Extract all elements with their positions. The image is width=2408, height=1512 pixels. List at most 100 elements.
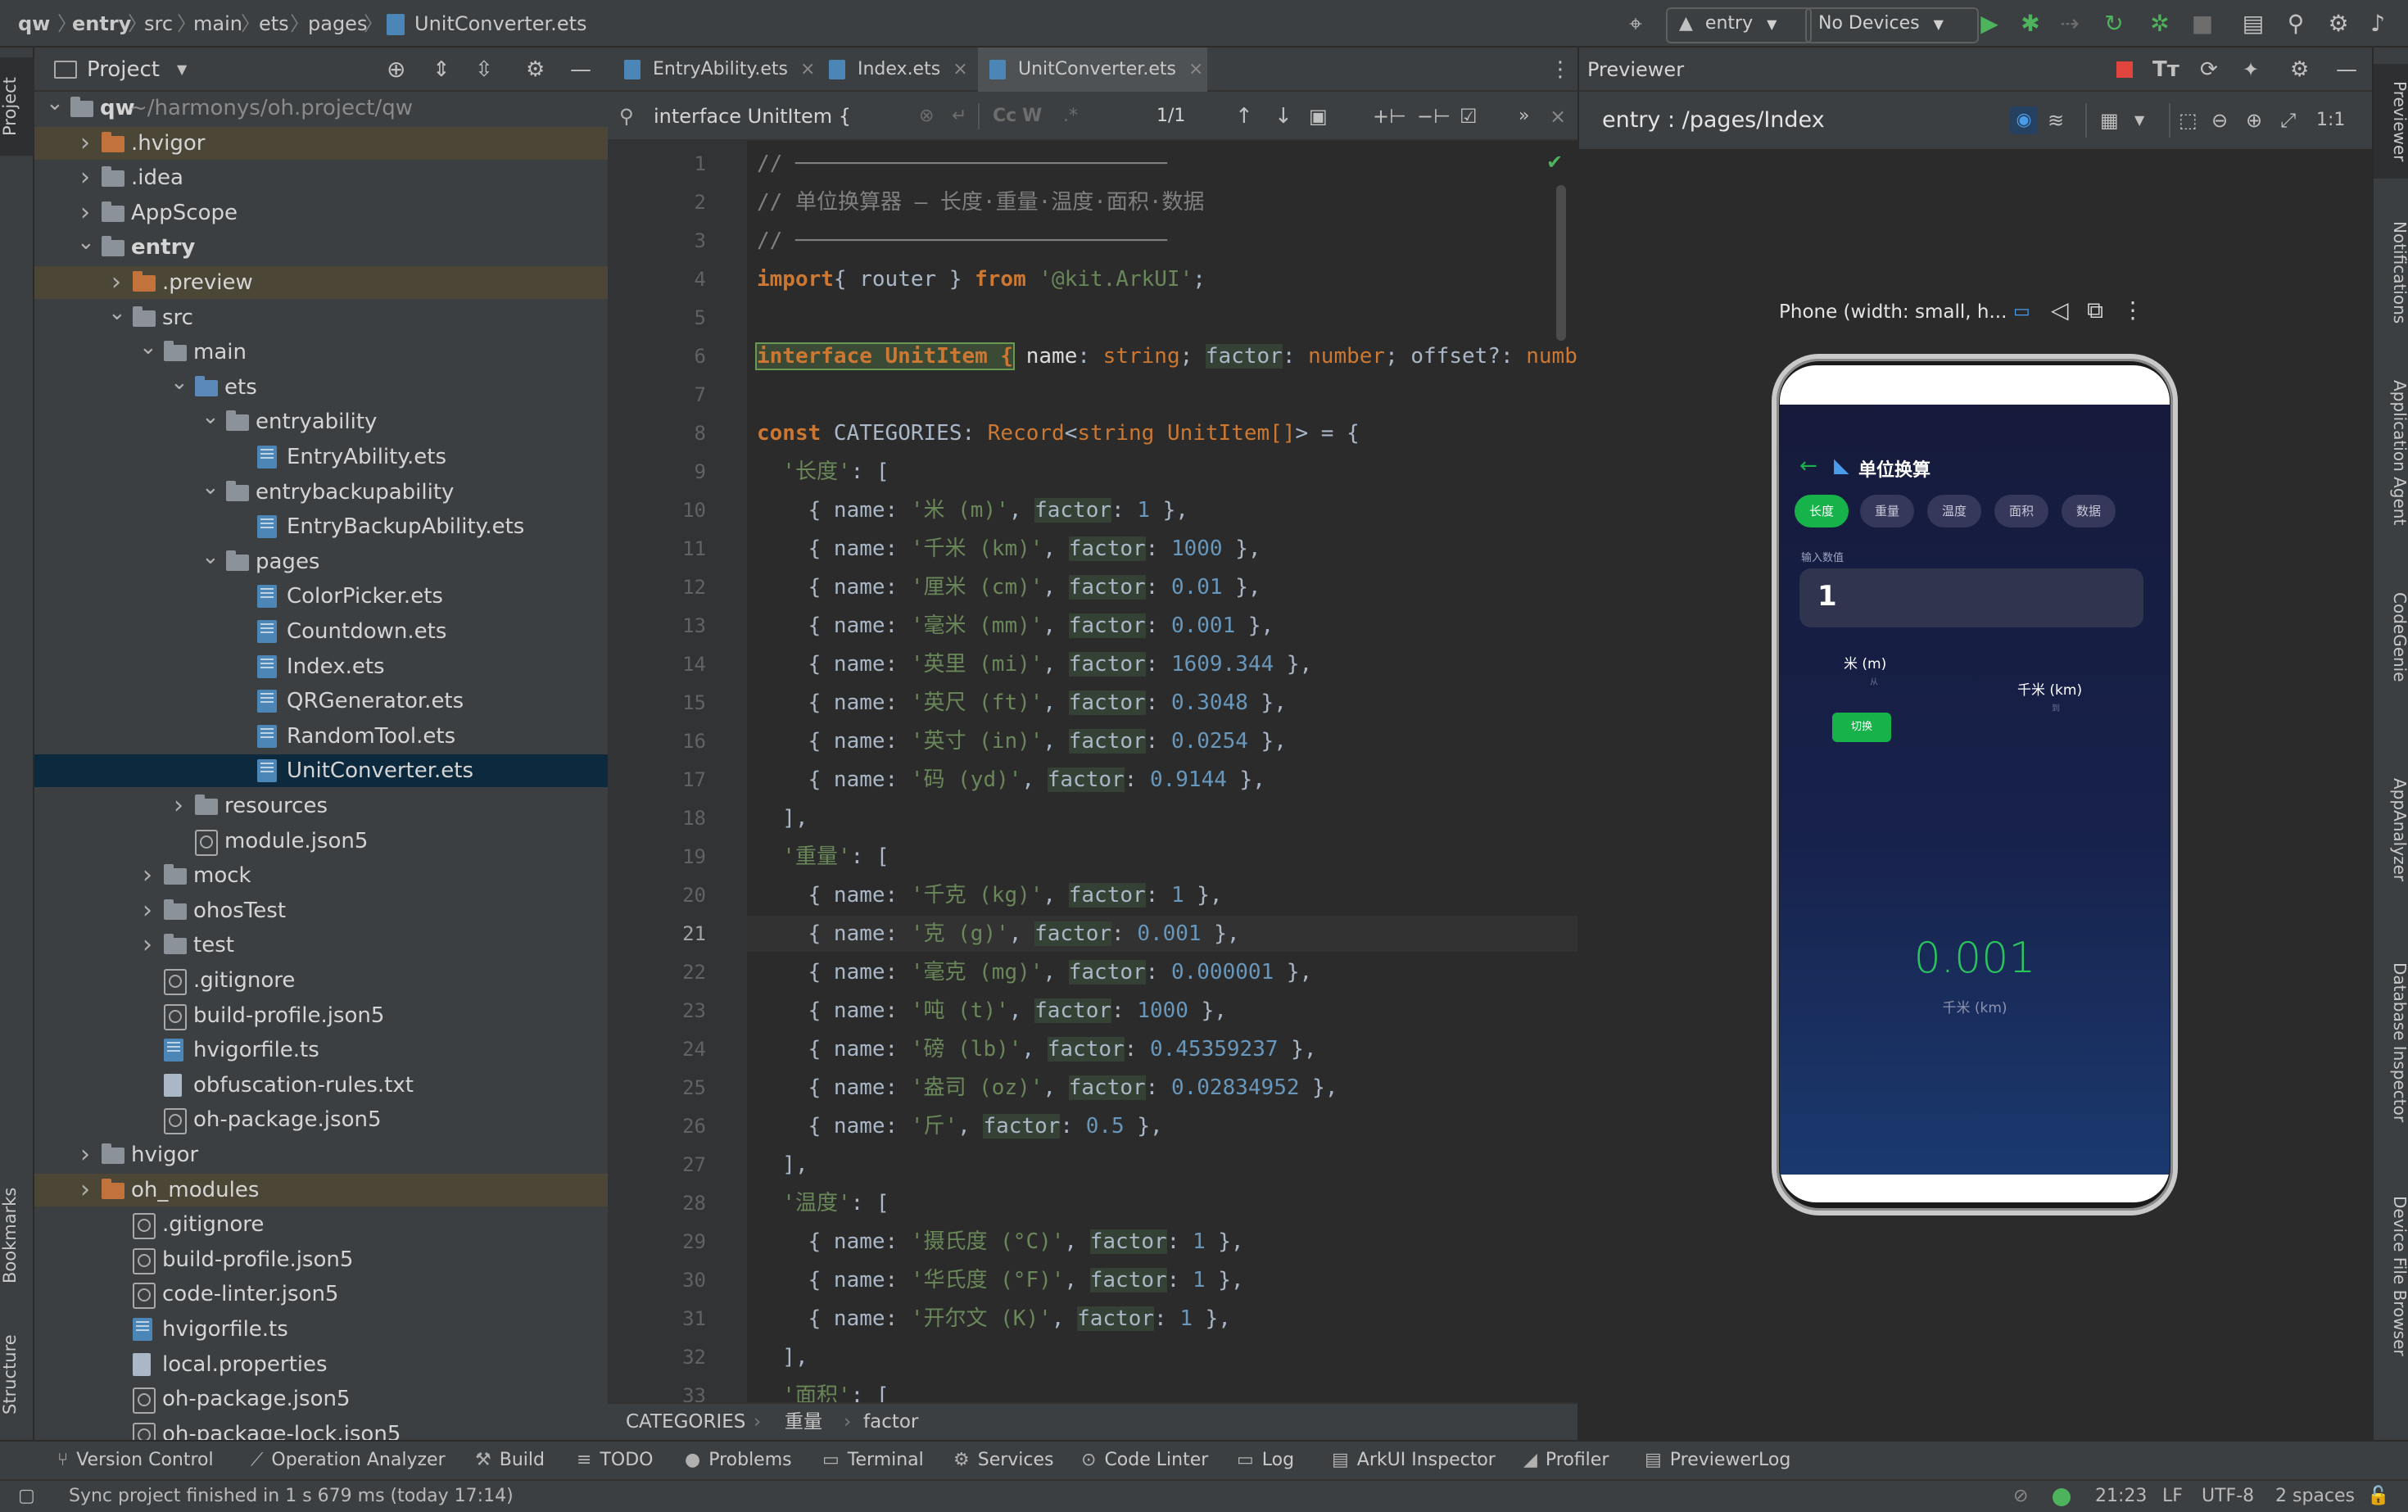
add-selection-icon[interactable]: +⊢ <box>1373 92 1406 141</box>
right-tool-tab[interactable]: Device File Browser <box>2374 1178 2408 1374</box>
search-icon[interactable]: ⚲ <box>2282 10 2310 38</box>
tree-item[interactable]: UnitConverter.ets <box>34 754 608 788</box>
newline-icon[interactable]: ↵ <box>952 92 966 141</box>
arrow-up-icon[interactable]: ↑ <box>1235 92 1253 141</box>
whole-word-button[interactable]: W <box>1022 92 1042 141</box>
category-tab-length[interactable]: 长度 <box>1795 495 1849 527</box>
tree-item[interactable]: › test <box>34 929 608 962</box>
indent-setting[interactable]: 2 spaces <box>2275 1481 2355 1512</box>
gear-icon[interactable]: ⚙ <box>2290 48 2309 92</box>
close-icon[interactable]: × <box>1550 92 1566 141</box>
tree-item[interactable]: ColorPicker.ets <box>34 580 608 613</box>
right-tool-tab[interactable]: CodeGenie <box>2374 564 2408 711</box>
tree-item[interactable]: QRGenerator.ets <box>34 685 608 718</box>
inspect-mode-icon[interactable]: ◉ <box>2010 106 2038 134</box>
close-icon[interactable]: × <box>953 59 967 79</box>
chevron-down-icon[interactable]: ⌄ <box>170 366 188 399</box>
more-vertical-icon[interactable]: ⋮ <box>1550 48 1571 92</box>
chevron-right-icon[interactable]: › <box>77 1139 93 1171</box>
find-input[interactable]: interface UnitItem { <box>654 92 851 141</box>
debug-icon[interactable]: ✱ <box>2016 10 2044 38</box>
tree-item[interactable]: › .idea <box>34 161 608 194</box>
regex-button[interactable]: .* <box>1063 92 1078 141</box>
tool-window-arkui-inspector[interactable]: ▤ ArkUI Inspector <box>1332 1442 1496 1479</box>
tree-item[interactable]: build-profile.json5 <box>34 1243 608 1276</box>
chevron-down-icon[interactable]: ⌄ <box>139 331 157 364</box>
locate-file-icon[interactable]: ⊕ <box>387 48 405 92</box>
clear-icon[interactable]: ⊗ <box>919 92 934 141</box>
inspection-status-icon[interactable] <box>2053 1488 2071 1506</box>
tree-item[interactable]: hvigorfile.ts <box>34 1034 608 1066</box>
breadcrumb-entry[interactable]: entry <box>72 0 131 48</box>
chevron-down-icon[interactable]: ⌄ <box>201 541 220 573</box>
breadcrumb-src[interactable]: src <box>144 0 173 48</box>
fit-icon[interactable]: ⬚ <box>2179 92 2198 149</box>
right-tool-tab[interactable]: AppAnalyzer <box>2374 752 2408 908</box>
breadcrumb-file[interactable]: UnitConverter.ets <box>414 0 587 48</box>
right-tool-tab[interactable]: Notifications <box>2374 203 2408 342</box>
project-tool-tab[interactable]: Project <box>0 57 34 156</box>
category-tab-weight[interactable]: 重量 <box>1860 495 1914 527</box>
grid-icon[interactable]: ▦ <box>2100 92 2119 149</box>
layers-icon[interactable]: ≋ <box>2048 92 2064 149</box>
value-input[interactable]: 1 <box>1799 568 2143 627</box>
tool-window-profiler[interactable]: ◢ Profiler <box>1523 1442 1609 1479</box>
panel-toggle-icon[interactable]: ▢ <box>18 1481 35 1512</box>
breadcrumb-root[interactable]: qw <box>18 0 50 48</box>
match-case-button[interactable]: Cc <box>993 92 1016 141</box>
breadcrumb-categories[interactable]: CATEGORIES <box>626 1404 745 1440</box>
breadcrumb-weight[interactable]: 重量 <box>785 1404 822 1440</box>
stop-icon[interactable] <box>2116 61 2133 78</box>
swap-button[interactable]: 切换 <box>1832 713 1891 742</box>
tree-item[interactable]: oh-package.json5 <box>34 1103 608 1136</box>
tree-item[interactable]: › ohosTest <box>34 894 608 927</box>
chevron-right-icon[interactable]: › <box>77 127 93 160</box>
tree-item[interactable]: Index.ets <box>34 650 608 683</box>
tree-item[interactable]: build-profile.json5 <box>34 999 608 1032</box>
tool-window-problems[interactable]: ● Problems <box>685 1442 792 1479</box>
bookmarks-tool-tab[interactable]: Bookmarks <box>0 1153 34 1317</box>
line-separator[interactable]: LF <box>2162 1481 2183 1512</box>
refresh-icon[interactable]: ⟳ <box>2200 48 2218 92</box>
tree-item[interactable]: › .hvigor <box>34 126 608 160</box>
tree-item[interactable]: .gitignore <box>34 1208 608 1241</box>
tree-item[interactable]: code-linter.json5 <box>34 1278 608 1311</box>
chevron-down-icon[interactable]: ▼ <box>2134 92 2144 149</box>
breadcrumb-pages[interactable]: pages <box>308 0 367 48</box>
expand-all-icon[interactable]: ⇕ <box>432 48 450 92</box>
gear-icon[interactable]: ⚙ <box>2324 10 2352 38</box>
chevron-down-icon[interactable]: ⌄ <box>201 401 220 433</box>
category-tab-data[interactable]: 数据 <box>2062 495 2116 527</box>
power-save-icon[interactable]: ⊘ <box>2013 1481 2028 1512</box>
tree-item[interactable]: oh-package.json5 <box>34 1383 608 1415</box>
chevron-down-icon[interactable]: ⌄ <box>108 297 126 329</box>
tree-item[interactable]: › AppScope <box>34 197 608 229</box>
bell-icon[interactable]: ♪ <box>2364 10 2392 38</box>
tree-item[interactable]: ⌄ qw ~/harmonys/oh.project/qw <box>34 92 608 124</box>
search-icon[interactable]: ⚲ <box>619 92 634 141</box>
code-editor[interactable]: // ───────────────────────────── // 单位换算器… <box>747 141 1577 1402</box>
tool-window-code-linter[interactable]: ⊙ Code Linter <box>1081 1442 1208 1479</box>
back-key-icon[interactable]: ◁ <box>2051 297 2069 324</box>
tool-window-todo[interactable]: ≡ TODO <box>577 1442 653 1479</box>
chevron-right-icon[interactable]: › <box>170 790 187 822</box>
structure-tool-tab[interactable]: Structure <box>0 1317 34 1432</box>
tree-item[interactable]: module.json5 <box>34 825 608 858</box>
tab-index[interactable]: Index.ets × <box>817 48 978 92</box>
tool-window-terminal[interactable]: ▭ Terminal <box>822 1442 924 1479</box>
scrollbar-thumb[interactable] <box>1556 185 1566 341</box>
tree-item[interactable]: EntryBackupAbility.ets <box>34 510 608 543</box>
chevron-right-icon[interactable]: › <box>77 161 93 194</box>
hide-panel-icon[interactable]: — <box>570 48 591 92</box>
filter-icon[interactable]: ☑ <box>1460 92 1478 141</box>
right-tool-tab[interactable]: Database Inspector <box>2374 940 2408 1145</box>
zoom-in-icon[interactable]: ⊕ <box>2246 92 2262 149</box>
tree-item[interactable]: ⌄ entrybackupability <box>34 475 608 509</box>
tool-window-previewerlog[interactable]: ▤ PreviewerLog <box>1645 1442 1790 1479</box>
right-tool-tab[interactable]: Previewer <box>2374 64 2408 179</box>
profile-icon[interactable]: ✲ <box>2146 10 2174 38</box>
remove-selection-icon[interactable]: −⊢ <box>1417 92 1451 141</box>
tool-window-operation-analyzer[interactable]: ⟋ Operation Analyzer <box>251 1442 446 1479</box>
tree-item[interactable]: obfuscation-rules.txt <box>34 1069 608 1102</box>
tree-item[interactable]: local.properties <box>34 1348 608 1381</box>
